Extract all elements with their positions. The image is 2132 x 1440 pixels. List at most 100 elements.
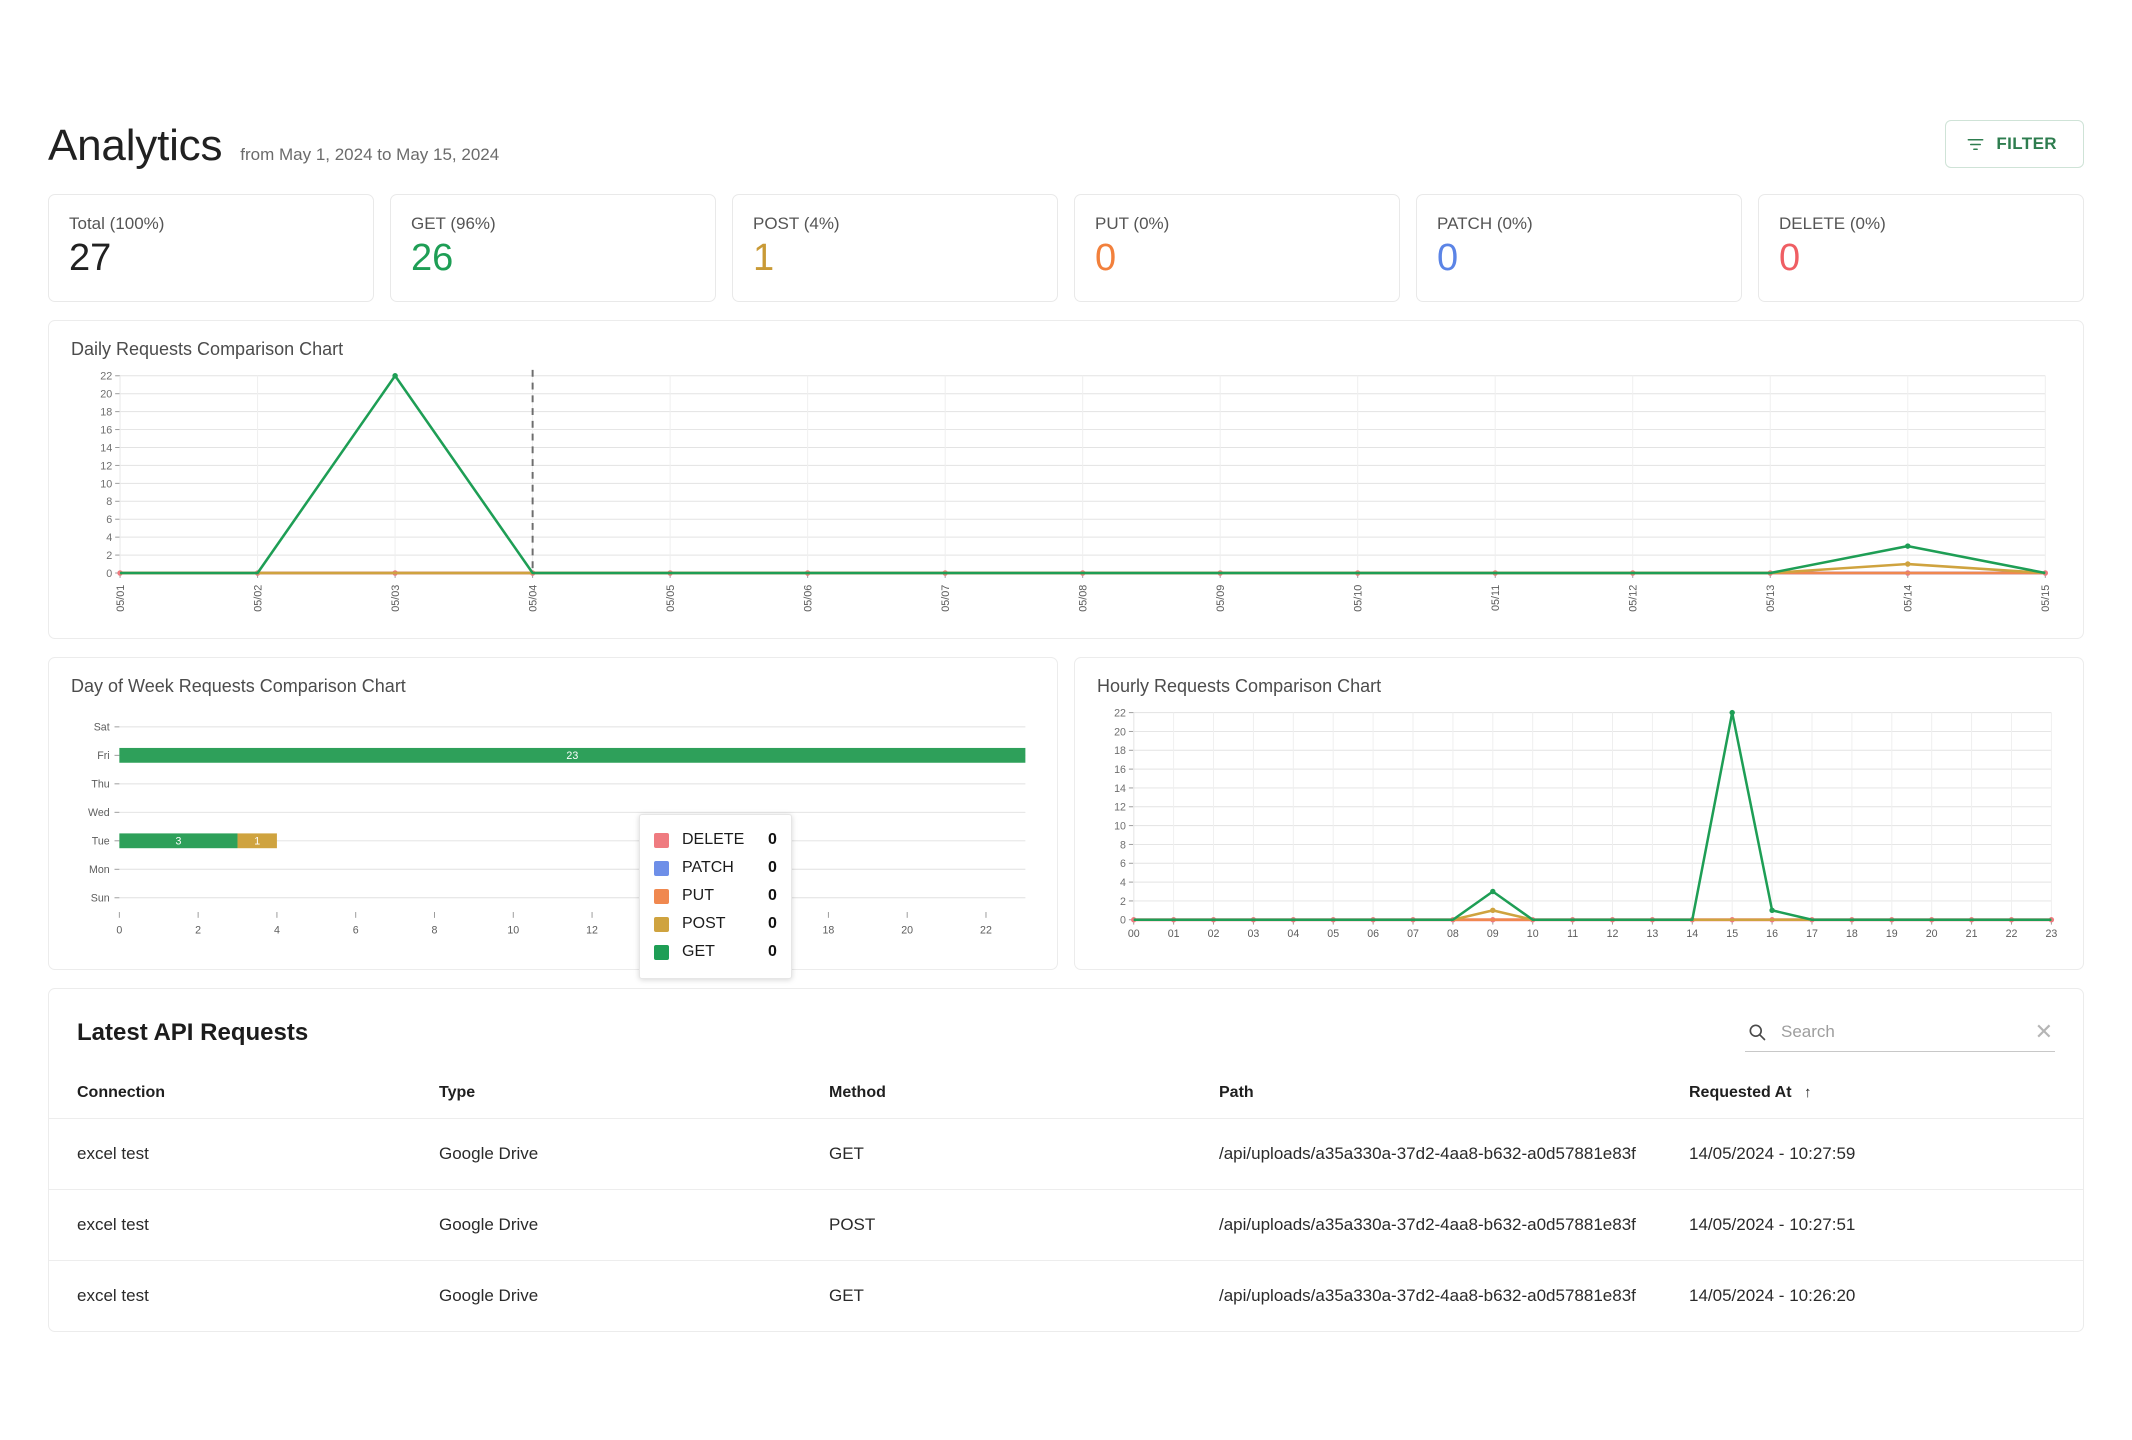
svg-text:05/03: 05/03: [390, 585, 402, 612]
svg-text:8: 8: [1120, 839, 1126, 851]
title-group: Analytics from May 1, 2024 to May 15, 20…: [48, 124, 499, 168]
search-icon: [1747, 1022, 1767, 1042]
svg-text:12: 12: [1114, 802, 1126, 814]
svg-text:03: 03: [1248, 928, 1260, 940]
stat-value: 1: [753, 238, 1037, 280]
stat-card-get: GET (96%) 26: [390, 194, 716, 302]
table-row[interactable]: excel test Google Drive POST /api/upload…: [49, 1189, 2083, 1260]
tooltip-row: PATCH 0: [654, 854, 777, 882]
top-spacer: [48, 0, 2084, 96]
svg-text:05/06: 05/06: [803, 585, 815, 612]
column-header-requested-at[interactable]: Requested At ↑: [1689, 1070, 2083, 1119]
clear-search-icon[interactable]: ✕: [2035, 1021, 2053, 1043]
analytics-page: Analytics from May 1, 2024 to May 15, 20…: [0, 0, 2132, 1332]
svg-text:05/02: 05/02: [253, 585, 265, 612]
svg-text:06: 06: [1367, 928, 1379, 940]
svg-text:Thu: Thu: [91, 779, 109, 791]
svg-text:13: 13: [1646, 928, 1658, 940]
svg-text:16: 16: [100, 424, 112, 436]
svg-text:05/04: 05/04: [528, 585, 540, 612]
tooltip-series-name: DELETE: [682, 831, 768, 849]
column-header-method[interactable]: Method: [829, 1070, 1219, 1119]
svg-text:20: 20: [901, 924, 913, 936]
hourly-chart-panel: Hourly Requests Comparison Chart 0246810…: [1074, 657, 2084, 970]
daily-requests-chart[interactable]: 024681012141618202205/0105/0205/0305/040…: [69, 364, 2063, 624]
post-color-swatch: [654, 917, 669, 932]
svg-text:05/14: 05/14: [1903, 585, 1915, 612]
svg-text:22: 22: [2006, 928, 2018, 940]
svg-text:05/09: 05/09: [1215, 585, 1227, 612]
day-of-week-chart[interactable]: SatFriThuWedTueMonSun0246810121416182022…: [69, 701, 1037, 955]
tooltip-row: PUT 0: [654, 882, 777, 910]
search-box[interactable]: ✕: [1745, 1015, 2055, 1052]
filter-button[interactable]: FILTER: [1945, 120, 2084, 168]
stat-label: PUT (0%): [1095, 214, 1379, 234]
svg-text:05: 05: [1327, 928, 1339, 940]
svg-text:12: 12: [586, 924, 598, 936]
svg-text:11: 11: [1567, 928, 1578, 940]
svg-text:01: 01: [1168, 928, 1180, 940]
svg-text:05/11: 05/11: [1490, 585, 1502, 611]
table-row[interactable]: excel test Google Drive GET /api/uploads…: [49, 1118, 2083, 1189]
column-header-connection[interactable]: Connection: [49, 1070, 439, 1119]
svg-text:6: 6: [353, 924, 359, 936]
svg-text:6: 6: [106, 514, 112, 526]
chart-tooltip-legend: DELETE 0 PATCH 0 PUT 0 POST 0 GET 0: [639, 814, 792, 979]
cell-path: /api/uploads/a35a330a-37d2-4aa8-b632-a0d…: [1219, 1118, 1689, 1189]
svg-text:20: 20: [100, 389, 112, 401]
svg-text:0: 0: [116, 924, 122, 936]
hourly-requests-chart[interactable]: 0246810121416182022000102030405060708091…: [1095, 701, 2063, 955]
stat-label: PATCH (0%): [1437, 214, 1721, 234]
daily-chart-title: Daily Requests Comparison Chart: [71, 339, 2063, 360]
svg-text:00: 00: [1128, 928, 1140, 940]
cell-requested-at: 14/05/2024 - 10:27:59: [1689, 1118, 2083, 1189]
svg-text:10: 10: [1114, 821, 1126, 833]
svg-text:22: 22: [980, 924, 992, 936]
svg-text:17: 17: [1806, 928, 1818, 940]
svg-text:05/15: 05/15: [2040, 585, 2052, 612]
svg-text:10: 10: [507, 924, 519, 936]
cell-requested-at: 14/05/2024 - 10:27:51: [1689, 1189, 2083, 1260]
column-header-type[interactable]: Type: [439, 1070, 829, 1119]
cell-method: GET: [829, 1118, 1219, 1189]
svg-text:3: 3: [175, 836, 181, 848]
svg-text:1: 1: [254, 836, 260, 848]
table-header-row: Connection Type Method Path Requested At…: [49, 1070, 2083, 1119]
svg-text:15: 15: [1726, 928, 1738, 940]
cell-type: Google Drive: [439, 1189, 829, 1260]
page-title: Analytics: [48, 124, 222, 168]
stat-label: Total (100%): [69, 214, 353, 234]
table-body: excel test Google Drive GET /api/uploads…: [49, 1118, 2083, 1331]
day-of-week-chart-panel: Day of Week Requests Comparison Chart Sa…: [48, 657, 1058, 970]
latest-api-requests-panel: Latest API Requests ✕ Connection Type Me…: [48, 988, 2084, 1332]
cell-type: Google Drive: [439, 1260, 829, 1331]
svg-text:10: 10: [100, 478, 112, 490]
stat-value: 27: [69, 238, 353, 280]
svg-text:2: 2: [106, 550, 112, 562]
stat-card-put: PUT (0%) 0: [1074, 194, 1400, 302]
svg-text:14: 14: [100, 442, 112, 454]
tooltip-series-value: 0: [768, 887, 777, 905]
svg-text:4: 4: [274, 924, 280, 936]
table-row[interactable]: excel test Google Drive GET /api/uploads…: [49, 1260, 2083, 1331]
tooltip-row: POST 0: [654, 910, 777, 938]
stat-label: POST (4%): [753, 214, 1037, 234]
cell-connection: excel test: [49, 1118, 439, 1189]
svg-text:2: 2: [195, 924, 201, 936]
put-color-swatch: [654, 889, 669, 904]
sort-ascending-icon: ↑: [1804, 1084, 1812, 1101]
svg-text:05/08: 05/08: [1078, 585, 1090, 612]
date-range-label: from May 1, 2024 to May 15, 2024: [240, 145, 499, 165]
svg-text:04: 04: [1287, 928, 1299, 940]
search-input[interactable]: [1779, 1021, 2023, 1043]
stat-value: 0: [1095, 238, 1379, 280]
column-header-path[interactable]: Path: [1219, 1070, 1689, 1119]
svg-text:05/12: 05/12: [1628, 585, 1640, 612]
svg-text:8: 8: [432, 924, 438, 936]
cell-connection: excel test: [49, 1189, 439, 1260]
svg-text:02: 02: [1208, 928, 1220, 940]
svg-text:4: 4: [1120, 877, 1126, 889]
tooltip-series-value: 0: [768, 915, 777, 933]
svg-text:0: 0: [106, 568, 112, 580]
tooltip-row: GET 0: [654, 938, 777, 966]
